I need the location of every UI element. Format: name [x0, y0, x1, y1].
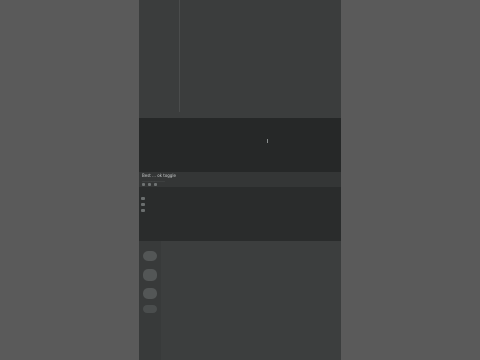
- library-icon[interactable]: [141, 209, 145, 212]
- thumbnail-column: [139, 241, 161, 360]
- play-icon[interactable]: [142, 183, 145, 186]
- explore-icon[interactable]: [141, 203, 145, 206]
- bottom-content-area: [139, 241, 341, 360]
- thumbnail-icon[interactable]: [143, 288, 157, 299]
- divider: [179, 0, 180, 112]
- volume-icon[interactable]: [148, 183, 151, 186]
- top-content-area: [139, 0, 341, 118]
- thumbnail-icon[interactable]: [143, 269, 157, 281]
- home-icon[interactable]: [141, 197, 145, 200]
- mouse-cursor-icon: [267, 139, 268, 143]
- video-title: Best ... ok toggle: [142, 173, 176, 178]
- video-player[interactable]: [139, 118, 341, 172]
- thumbnail-icon[interactable]: [143, 305, 157, 313]
- thumbnail-icon[interactable]: [143, 251, 157, 261]
- sidebar-icons: [141, 197, 147, 227]
- lower-panel: [139, 187, 341, 241]
- app-frame: Best ... ok toggle .....................…: [139, 0, 341, 360]
- settings-icon[interactable]: [154, 183, 157, 186]
